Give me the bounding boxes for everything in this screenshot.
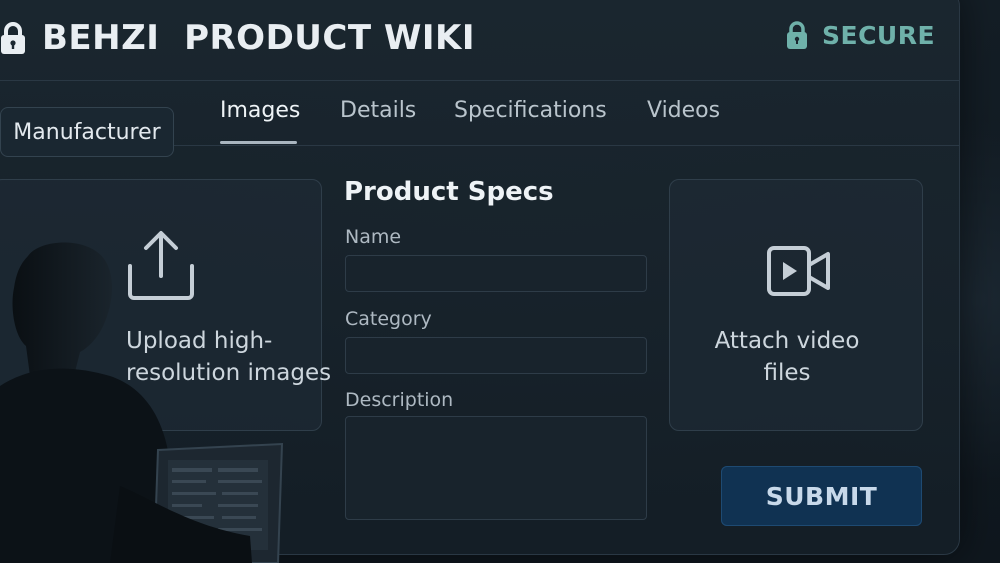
tab-videos[interactable]: Videos [647,98,720,132]
category-label: Category [345,308,432,330]
description-field[interactable] [345,416,647,520]
form-title: Product Specs [344,177,554,207]
attach-video-card[interactable] [669,179,923,431]
secure-label: SECURE [822,20,936,50]
lock-icon [0,21,26,55]
tab-manufacturer[interactable]: Manufacturer [0,107,174,157]
app-screen: BEHZI PRODUCT WIKI SECURE Manufacturer I… [0,0,1000,563]
name-field[interactable] [345,255,647,292]
tab-images[interactable]: Images [220,98,300,132]
lock-icon [786,20,808,50]
tab-specifications[interactable]: Specifications [454,98,607,132]
video-text-line-1: Attach video [714,328,860,354]
category-field[interactable] [345,337,647,374]
attach-video-text: Attach video files [670,325,904,389]
name-label: Name [345,226,402,248]
secure-indicator: SECURE [786,18,935,52]
description-label: Description [345,389,454,411]
video-camera-icon [766,244,832,300]
person-silhouette [0,242,284,563]
submit-button[interactable]: SUBMIT [721,466,922,526]
video-text-line-2: files [763,360,811,386]
app-header-brand: BEHZI PRODUCT WIKI [0,16,475,60]
app-title: BEHZI PRODUCT WIKI [42,18,476,58]
active-tab-indicator [220,141,297,144]
tabs-divider [174,145,960,146]
header-divider [0,80,960,81]
tab-details[interactable]: Details [340,98,416,132]
